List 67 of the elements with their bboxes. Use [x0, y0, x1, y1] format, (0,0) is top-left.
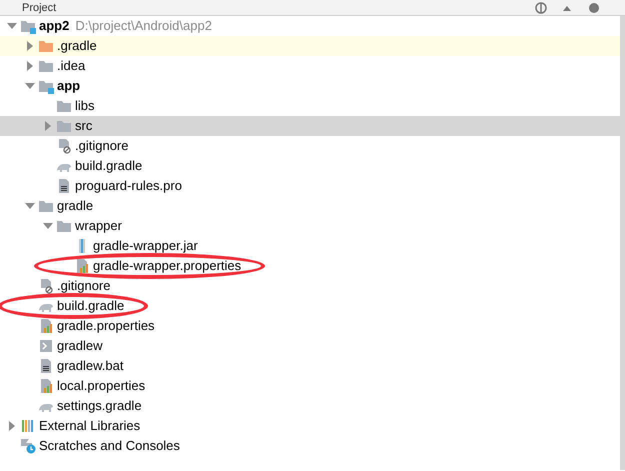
- tree-row[interactable]: gradlew: [0, 336, 620, 356]
- item-label: .idea: [57, 57, 86, 75]
- tree-row[interactable]: wrapper: [0, 216, 620, 236]
- item-label: Scratches and Consoles: [39, 437, 180, 455]
- item-label: app: [57, 77, 80, 95]
- item-label: libs: [75, 97, 95, 115]
- tree-row[interactable]: build.gradle: [0, 296, 620, 316]
- item-label: .gradle: [57, 37, 97, 55]
- tree-row[interactable]: local.properties: [0, 376, 620, 396]
- item-label: gradle-wrapper.properties: [93, 257, 242, 275]
- tree-row[interactable]: gradle.properties: [0, 316, 620, 336]
- properties-file-icon: [38, 318, 54, 334]
- tree-row[interactable]: app: [0, 76, 620, 96]
- settings-icon[interactable]: [587, 2, 601, 14]
- tree-row[interactable]: .gradle: [0, 36, 620, 56]
- tree-row[interactable]: settings.gradle: [0, 396, 620, 416]
- properties-file-icon: [38, 378, 54, 394]
- folder-icon: [38, 38, 54, 54]
- folder-icon: [56, 218, 72, 234]
- item-label: gradle.properties: [57, 317, 155, 335]
- folder-icon: [38, 58, 54, 74]
- item-label: gradle-wrapper.jar: [93, 237, 198, 255]
- tree-row[interactable]: app2 D:\project\Android\app2: [0, 16, 620, 36]
- tree-row[interactable]: .gitignore: [0, 276, 620, 296]
- ignored-file-icon: [56, 138, 72, 154]
- tree-row[interactable]: .idea: [0, 56, 620, 76]
- item-label: src: [75, 117, 92, 135]
- item-label: External Libraries: [39, 417, 140, 435]
- ignored-file-icon: [38, 278, 54, 294]
- text-file-icon: [38, 358, 54, 374]
- module-folder-icon: [20, 18, 36, 34]
- tree-row[interactable]: gradle-wrapper.jar: [0, 236, 620, 256]
- item-label: wrapper: [75, 217, 122, 235]
- library-icon: [20, 418, 36, 434]
- item-label: build.gradle: [75, 157, 142, 175]
- terminal-file-icon: [38, 338, 54, 354]
- module-folder-icon: [38, 78, 54, 94]
- tree-row[interactable]: proguard-rules.pro: [0, 176, 620, 196]
- tree-row[interactable]: libs: [0, 96, 620, 116]
- tree-row[interactable]: gradlew.bat: [0, 356, 620, 376]
- item-label: gradle: [57, 197, 94, 215]
- panel-title[interactable]: Project: [0, 0, 56, 14]
- item-label: proguard-rules.pro: [75, 177, 182, 195]
- tree-row[interactable]: Scratches and Consoles: [0, 436, 620, 456]
- tree-row[interactable]: External Libraries: [0, 416, 620, 436]
- target-icon[interactable]: [535, 2, 547, 14]
- item-label: local.properties: [57, 377, 146, 395]
- tree-row[interactable]: src: [0, 116, 620, 136]
- folder-icon: [56, 98, 72, 114]
- scratch-file-icon: [20, 438, 36, 454]
- item-label: app2: [39, 17, 70, 35]
- tree-row[interactable]: gradle: [0, 196, 620, 216]
- item-label: .gitignore: [75, 137, 128, 155]
- item-label: gradlew: [57, 337, 103, 355]
- project-path: D:\project\Android\app2: [75, 17, 212, 36]
- collapse-icon[interactable]: [563, 4, 571, 10]
- tree-row[interactable]: .gitignore: [0, 136, 620, 156]
- folder-icon: [38, 198, 54, 214]
- properties-file-icon: [74, 258, 90, 274]
- text-file-icon: [56, 178, 72, 194]
- tree-row[interactable]: gradle-wrapper.properties: [0, 256, 620, 276]
- folder-icon: [56, 118, 72, 134]
- tree-row[interactable]: build.gradle: [0, 156, 620, 176]
- item-label: .gitignore: [57, 277, 110, 295]
- item-label: build.gradle: [57, 297, 124, 315]
- item-label: gradlew.bat: [57, 357, 124, 375]
- item-label: settings.gradle: [57, 397, 142, 415]
